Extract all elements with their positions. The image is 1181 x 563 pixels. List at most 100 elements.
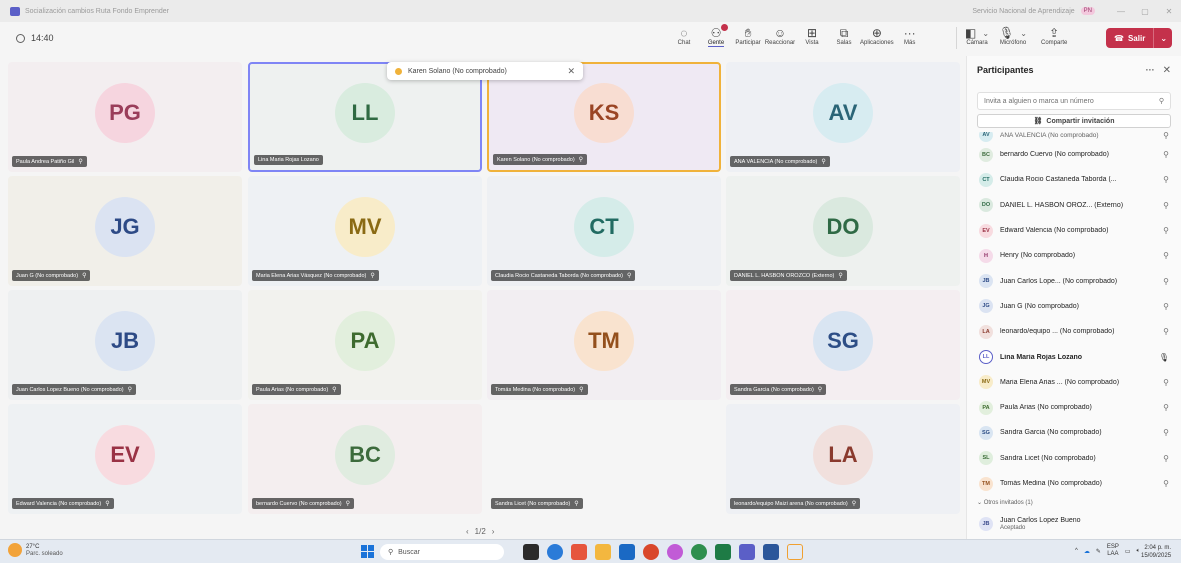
mic-muted-icon[interactable]: ⚲ — [1163, 403, 1169, 412]
copilot-icon[interactable] — [667, 544, 683, 560]
guest-item[interactable]: JB Juan Carlos Lopez Bueno Aceptado — [979, 516, 1081, 531]
chevron-down-icon[interactable]: ⌄ — [1020, 29, 1027, 38]
taskbar-search[interactable]: ⚲ Buscar — [380, 544, 504, 560]
mic-muted-icon[interactable]: ⚲ — [1163, 302, 1169, 311]
chevron-down-icon[interactable]: ⌄ — [1160, 34, 1167, 43]
task-view-icon[interactable] — [523, 544, 539, 560]
cloud-icon[interactable]: ☁ — [1084, 548, 1090, 555]
toolbar-raise-hand-button[interactable]: ✋︎ Participar — [732, 22, 764, 46]
chevron-down-icon[interactable]: ⌄ — [982, 29, 989, 38]
toolbar-smile-button[interactable]: ☺ Reaccionar — [764, 22, 796, 46]
display-icon[interactable]: ▭ — [1125, 548, 1131, 555]
close-window-icon[interactable]: ✕ — [1157, 7, 1181, 16]
mic-muted-icon[interactable]: ⚲ — [1163, 454, 1169, 463]
video-tile[interactable]: CT Claudia Rocio Castaneda Taborda (No co… — [487, 176, 721, 286]
video-tile[interactable]: PA Paula Arias (No comprobado) ⚲ — [248, 290, 482, 400]
toolbar-add-app-button[interactable]: ⊕ Aplicaciones — [860, 22, 894, 46]
participant-list-item[interactable]: PA Paula Arias (No comprobado) ⚲ — [967, 395, 1181, 420]
camera-button[interactable]: ◧ ⌄ Cámara — [965, 22, 989, 46]
video-tile[interactable]: AV ANA VALENCIA (No comprobado) ⚲ — [726, 62, 960, 172]
prev-page-button[interactable]: ‹ — [466, 527, 469, 536]
video-tile[interactable]: DO DANIEL L. HASBON OROZCO (Externo) ⚲ — [726, 176, 960, 286]
windows-start-icon[interactable] — [361, 545, 374, 558]
mic-muted-icon[interactable]: ⚲ — [1163, 201, 1169, 210]
toolbar-label: Participar — [735, 40, 761, 46]
participant-list-item[interactable]: MV Maria Elena Arias ... (No comprobado) ⚲ — [967, 370, 1181, 395]
org-badge[interactable]: PN — [1080, 7, 1095, 15]
video-tile[interactable]: TM Tomás Medina (No comprobado) ⚲ — [487, 290, 721, 400]
participant-list-item[interactable]: JG Juan G (No comprobado) ⚲ — [967, 294, 1181, 319]
chevron-up-icon[interactable]: ^ — [1075, 548, 1078, 554]
mic-muted-icon[interactable]: ⚲ — [1163, 277, 1169, 286]
mic-muted-icon[interactable]: ⚲ — [1163, 251, 1169, 260]
mic-on-icon[interactable]: 🎙︎ — [1159, 353, 1169, 362]
close-panel-icon[interactable]: ✕ — [1163, 65, 1171, 76]
leave-button[interactable]: ☎ Salir ⌄ — [1106, 28, 1172, 48]
video-tile[interactable]: SG Sandra Garcia (No comprobado) ⚲ — [726, 290, 960, 400]
mic-muted-icon[interactable]: ⚲ — [1163, 327, 1169, 336]
mic-muted-icon[interactable]: ⚲ — [1163, 378, 1169, 387]
participant-list-item[interactable]: SL Sandra Licet (No comprobado) ⚲ — [967, 446, 1181, 471]
participant-list-item[interactable]: DO DANIEL L. HASBON OROZ... (Externo) ⚲ — [967, 193, 1181, 218]
participant-list-item[interactable]: TM Tomás Medina (No comprobado) ⚲ — [967, 471, 1181, 496]
participant-list-item[interactable]: LL Lina Maria Rojas Lozano 🎙︎ — [967, 344, 1181, 369]
participant-list-item[interactable]: BC bernardo Cuervo (No comprobado) ⚲ — [967, 142, 1181, 167]
participant-list-item[interactable]: AV ANA VALENCIA (No comprobado) ⚲ — [967, 132, 1181, 142]
mic-muted-icon[interactable]: ⚲ — [1163, 150, 1169, 159]
toolbar-people-button[interactable]: ⚇ Gente — [700, 22, 732, 47]
taskbar-clock[interactable]: 2:04 p. m. 15/09/2025 — [1141, 544, 1171, 560]
video-tile[interactable]: EV Edward Valencia (No comprobado) ⚲ — [8, 404, 242, 514]
participant-list-item[interactable]: CT Claudia Rocio Castaneda Taborda (... ⚲ — [967, 167, 1181, 192]
close-icon[interactable]: ✕ — [567, 66, 575, 77]
word-icon[interactable] — [763, 544, 779, 560]
share-invite-button[interactable]: ⛓ Compartir invitación — [977, 114, 1171, 128]
mic-button[interactable]: 🎙︎ ⌄ Micrófono — [999, 22, 1027, 46]
language-indicator[interactable]: ESP LAA — [1107, 544, 1119, 558]
outlook-icon[interactable] — [619, 544, 635, 560]
mic-muted-icon[interactable]: ⚲ — [1163, 132, 1169, 140]
video-tile[interactable]: BC bernardo Cuervo (No comprobado) ⚲ — [248, 404, 482, 514]
more-options-icon[interactable]: ··· — [1146, 65, 1155, 75]
chrome-icon[interactable] — [643, 544, 659, 560]
participant-list-item[interactable]: SG Sandra Garcia (No comprobado) ⚲ — [967, 420, 1181, 445]
other-invitees-toggle[interactable]: ⌄ Otros invitados (1) — [977, 499, 1033, 506]
edge-icon[interactable] — [547, 544, 563, 560]
notification-toast[interactable]: Karen Solano (No comprobado) ✕ — [387, 62, 583, 80]
invite-input[interactable]: Invita a alguien o marca un número ⚲ — [977, 92, 1171, 110]
volume-icon[interactable]: 🔈︎ — [1137, 548, 1141, 555]
participant-list-item[interactable]: H Henry (No comprobado) ⚲ — [967, 243, 1181, 268]
video-tile[interactable]: LA leonardo/equipo Maizi arena (No compro… — [726, 404, 960, 514]
share-button[interactable]: ⇪ Comparte — [1041, 22, 1067, 46]
video-tile[interactable]: Sandra Licet (No comprobado) ⚲ — [487, 404, 721, 514]
participant-list-item[interactable]: JB Juan Carlos Lope... (No comprobado) ⚲ — [967, 268, 1181, 293]
app-icon[interactable] — [691, 544, 707, 560]
next-page-button[interactable]: › — [492, 527, 495, 536]
maximize-icon[interactable]: ▢ — [1133, 7, 1157, 16]
mic-muted-icon[interactable]: ⚲ — [1163, 175, 1169, 184]
participant-name-label: Juan Carlos Lopez Bueno (No comprobado) ⚲ — [12, 384, 137, 395]
mic-muted-icon[interactable]: ⚲ — [1163, 226, 1169, 235]
participant-list-item[interactable]: EV Edward Valencia (No comprobado) ⚲ — [967, 218, 1181, 243]
mic-muted-icon[interactable]: ⚲ — [1163, 479, 1169, 488]
toolbar-chat-button[interactable]: ◌ Chat — [668, 22, 700, 46]
video-tile[interactable]: PG Paula Andrea Patiño Gil ⚲ — [8, 62, 242, 172]
video-tile[interactable]: JB Juan Carlos Lopez Bueno (No comprobado… — [8, 290, 242, 400]
minimize-icon[interactable]: — — [1109, 7, 1133, 16]
share-invite-label: Compartir invitación — [1046, 117, 1115, 125]
participant-name-label: Tomás Medina (No comprobado) ⚲ — [491, 384, 588, 395]
participant-list-item[interactable]: LA leonardo/equipo ... (No comprobado) ⚲ — [967, 319, 1181, 344]
toolbar-grid-button[interactable]: ⊞ Vista — [796, 22, 828, 46]
app-icon[interactable] — [787, 544, 803, 560]
toolbar-more-button[interactable]: ··· Más — [894, 22, 926, 46]
video-tile[interactable]: JG Juan G (No comprobado) ⚲ — [8, 176, 242, 286]
file-explorer-icon[interactable] — [595, 544, 611, 560]
weather-widget[interactable]: 27°C Parc. soleado — [8, 543, 63, 557]
mic-icon[interactable]: ✎ — [1096, 548, 1101, 555]
avatar: LA — [813, 424, 873, 485]
toolbar-rooms-button[interactable]: ⧉ Salas — [828, 22, 860, 46]
excel-icon[interactable] — [715, 544, 731, 560]
video-tile[interactable]: MV Maria Elena Arias Vásquez (No comproba… — [248, 176, 482, 286]
mic-muted-icon[interactable]: ⚲ — [1163, 428, 1169, 437]
app-icon[interactable] — [571, 544, 587, 560]
teams-icon[interactable] — [739, 544, 755, 560]
